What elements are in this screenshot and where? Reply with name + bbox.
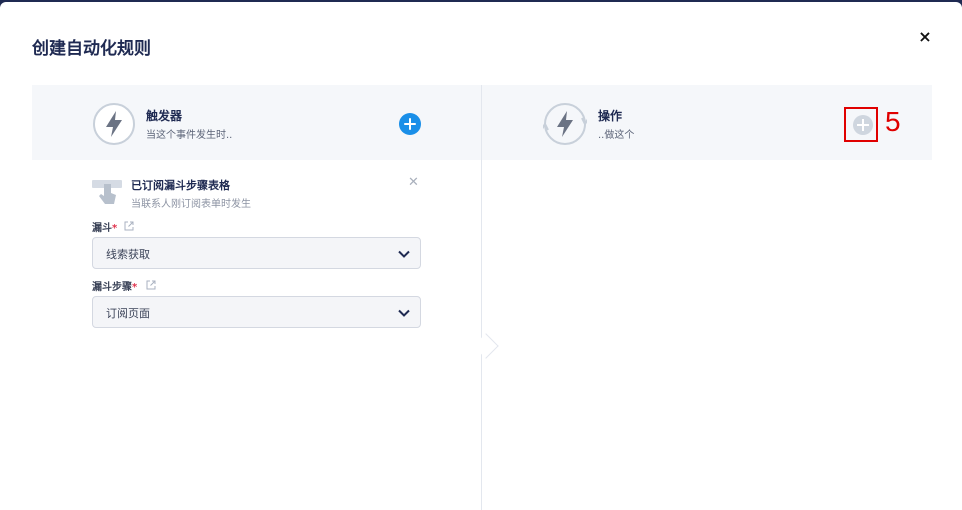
funnel-select-value: 线索获取 — [106, 248, 150, 261]
funnel-required-mark: * — [112, 223, 118, 234]
trigger-panel-title: 触发器 — [146, 109, 183, 123]
create-automation-rule-modal: 创建自动化规则 × 触发器 当这个事件发生时.. 操作 ..做这个 5 已订阅漏… — [0, 2, 962, 510]
action-panel-title: 操作 — [598, 109, 623, 123]
funnel-external-link-icon[interactable] — [124, 221, 134, 231]
funnel-step-required-mark: * — [132, 282, 138, 293]
selected-trigger-title: 已订阅漏斗步骤表格 — [131, 179, 230, 192]
action-lightning-icon — [543, 103, 587, 145]
divider-arrow — [473, 333, 499, 359]
add-action-highlight[interactable] — [844, 107, 878, 142]
close-button[interactable]: × — [916, 28, 934, 46]
chevron-down-icon — [398, 309, 410, 317]
action-panel-subtitle: ..做这个 — [598, 130, 635, 141]
funnel-label: 漏斗* — [92, 219, 117, 234]
trigger-panel-subtitle: 当这个事件发生时.. — [146, 130, 233, 141]
funnel-step-select-value: 订阅页面 — [106, 307, 150, 320]
funnel-label-text: 漏斗 — [92, 223, 112, 234]
funnel-step-select[interactable]: 订阅页面 — [92, 296, 421, 328]
funnel-step-label: 漏斗步骤* — [92, 278, 137, 293]
add-trigger-button[interactable] — [399, 113, 421, 135]
panel-divider — [481, 85, 482, 510]
selected-trigger-description: 当联系人刚订阅表单时发生 — [131, 199, 251, 210]
annotation-number: 5 — [885, 106, 901, 137]
remove-trigger-close-icon[interactable]: ✕ — [408, 175, 419, 190]
trigger-lightning-icon — [93, 103, 135, 145]
funnel-step-label-text: 漏斗步骤 — [92, 282, 132, 293]
hand-pointer-icon — [92, 180, 122, 204]
modal-title: 创建自动化规则 — [32, 39, 151, 59]
funnel-step-external-link-icon[interactable] — [146, 280, 156, 290]
funnel-select[interactable]: 线索获取 — [92, 237, 421, 269]
add-action-button[interactable] — [853, 115, 873, 135]
chevron-down-icon — [398, 250, 410, 258]
